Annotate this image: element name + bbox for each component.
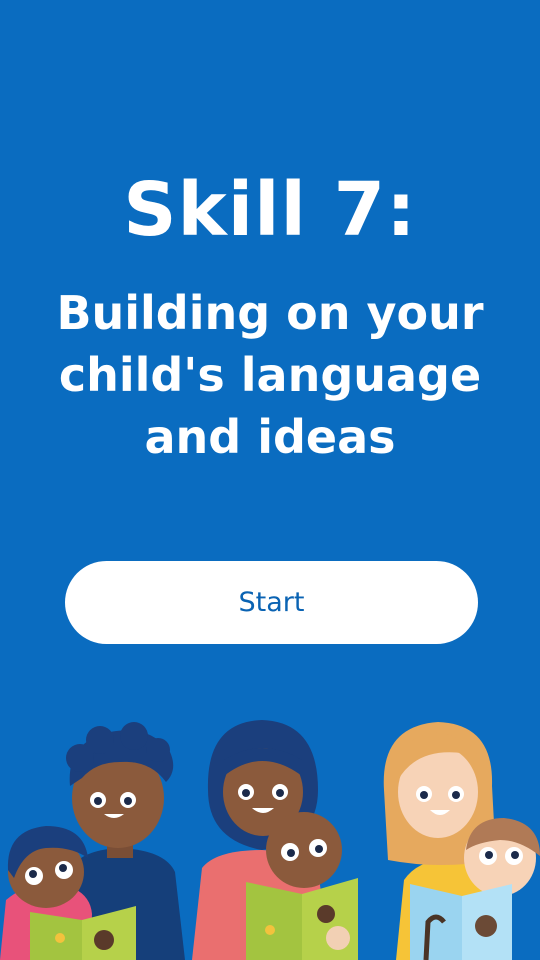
skill-intro-screen: Skill 7: Building on your child's langua… [0, 0, 540, 960]
skill-title: Skill 7: [123, 167, 417, 253]
start-button-label: Start [238, 587, 305, 618]
parent-reading-with-child-icon [0, 722, 185, 960]
families-reading-illustration [0, 720, 540, 960]
parent-with-child-reading-book-icon [383, 722, 540, 960]
start-button[interactable]: Start [65, 561, 478, 644]
skill-subtitle: Building on your child's language and id… [56, 286, 484, 464]
parent-in-hijab-reading-with-baby-icon [192, 720, 358, 960]
